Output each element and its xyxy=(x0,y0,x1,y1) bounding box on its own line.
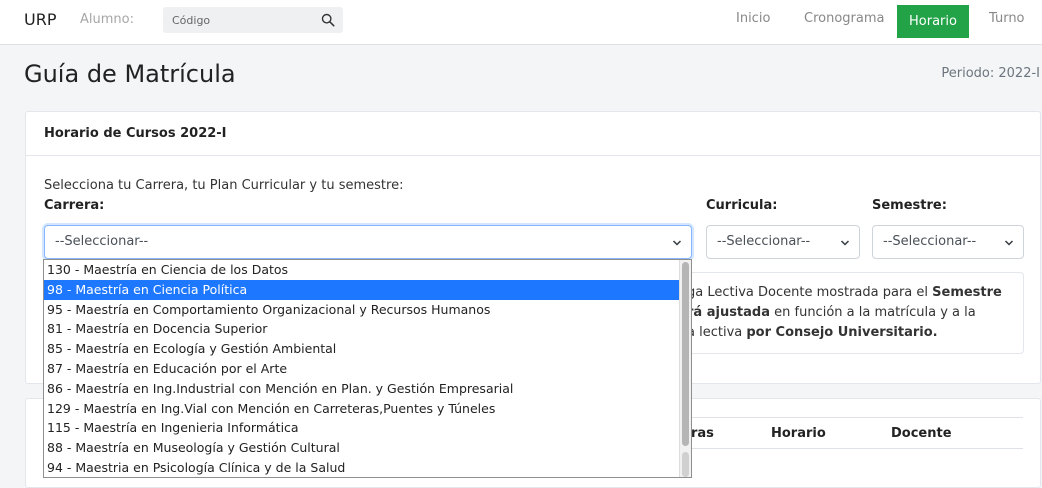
dropdown-option[interactable]: 130 - Maestría en Ciencia de los Datos xyxy=(44,260,679,280)
nav-inicio[interactable]: Inicio xyxy=(726,0,780,38)
alert-bold-text: por Consejo Universitario. xyxy=(746,325,938,340)
table-header-docente: Docente xyxy=(891,426,952,441)
table-header-horario: Horario xyxy=(771,426,826,441)
search-box xyxy=(163,7,343,33)
page-title: Guía de Matrícula xyxy=(24,60,236,88)
info-alert: ga Lectiva Docente mostrada para el Seme… xyxy=(666,272,1024,354)
alert-text: ga Lectiva Docente mostrada para el xyxy=(687,285,933,300)
chevron-down-icon xyxy=(672,240,682,246)
scrollbar-thumb[interactable] xyxy=(682,262,689,446)
top-navbar: URP Alumno: Inicio Cronograma Horario Tu… xyxy=(0,0,1042,45)
carrera-select-value: --Seleccionar-- xyxy=(55,234,149,249)
dropdown-option[interactable]: 86 - Maestría en Ing.Industrial con Menc… xyxy=(44,379,679,399)
curricula-label: Curricula: xyxy=(706,198,778,213)
search-icon[interactable] xyxy=(321,13,335,27)
alumno-label: Alumno: xyxy=(80,12,134,27)
dropdown-option[interactable]: 129 - Maestría en Ing.Vial con Mención e… xyxy=(44,399,679,419)
curricula-select-value: --Seleccionar-- xyxy=(717,234,811,249)
alert-bold-text: Semestre xyxy=(932,285,1002,300)
alert-text: a lectiva xyxy=(687,325,747,340)
dropdown-option[interactable]: 98 - Maestría en Ciencia Política xyxy=(44,279,679,300)
dropdown-options: 130 - Maestría en Ciencia de los Datos 98… xyxy=(44,260,691,477)
nav-cronograma[interactable]: Cronograma xyxy=(794,0,894,38)
semestre-select[interactable]: --Seleccionar-- xyxy=(872,225,1024,259)
dropdown-option[interactable]: 81 - Maestría en Docencia Superior xyxy=(44,319,679,339)
table-header-horas: ras xyxy=(691,426,714,441)
brand-logo[interactable]: URP xyxy=(24,10,56,29)
alert-text: en función a la matrícula y a la xyxy=(770,305,976,320)
nav-horario[interactable]: Horario xyxy=(897,5,969,38)
alert-line-1: ga Lectiva Docente mostrada para el Seme… xyxy=(687,283,1013,303)
carrera-select[interactable]: --Seleccionar-- xyxy=(44,225,692,259)
dropdown-option[interactable]: 95 - Maestría en Comportamiento Organiza… xyxy=(44,300,679,320)
chevron-down-icon xyxy=(840,240,850,246)
chevron-down-icon xyxy=(1004,240,1014,246)
dropdown-scrollbar[interactable] xyxy=(679,260,691,477)
semestre-select-value: --Seleccionar-- xyxy=(883,234,977,249)
alert-line-2: rá ajustada en función a la matrícula y … xyxy=(687,303,1013,323)
carrera-dropdown-list: 130 - Maestría en Ciencia de los Datos 98… xyxy=(43,259,692,478)
curricula-select[interactable]: --Seleccionar-- xyxy=(706,225,860,259)
card-header: Horario de Cursos 2022-I xyxy=(26,112,1040,156)
nav-turno[interactable]: Turno xyxy=(979,0,1035,38)
dropdown-option[interactable]: 94 - Maestria en Psicología Clínica y de… xyxy=(44,458,679,477)
alert-line-3: a lectiva por Consejo Universitario. xyxy=(687,323,1013,343)
dropdown-option[interactable]: 88 - Maestría en Museología y Gestión Cu… xyxy=(44,438,679,458)
card-title: Horario de Cursos 2022-I xyxy=(44,126,227,141)
periodo-label: Periodo: 2022-I xyxy=(941,66,1040,81)
carrera-label: Carrera: xyxy=(44,198,105,213)
instructions-text: Selecciona tu Carrera, tu Plan Curricula… xyxy=(44,178,404,193)
dropdown-option[interactable]: 85 - Maestría en Ecología y Gestión Ambi… xyxy=(44,339,679,359)
table-header-row: ras Horario Docente xyxy=(691,417,1023,449)
alert-bold-text: rá ajustada xyxy=(687,305,770,320)
scrollbar-track-segment xyxy=(682,452,689,477)
dropdown-option[interactable]: 115 - Maestría en Ingenieria Informática xyxy=(44,418,679,438)
dropdown-option[interactable]: 87 - Maestría en Educación por el Arte xyxy=(44,359,679,379)
student-code-input[interactable] xyxy=(163,7,313,33)
semestre-label: Semestre: xyxy=(872,198,947,213)
